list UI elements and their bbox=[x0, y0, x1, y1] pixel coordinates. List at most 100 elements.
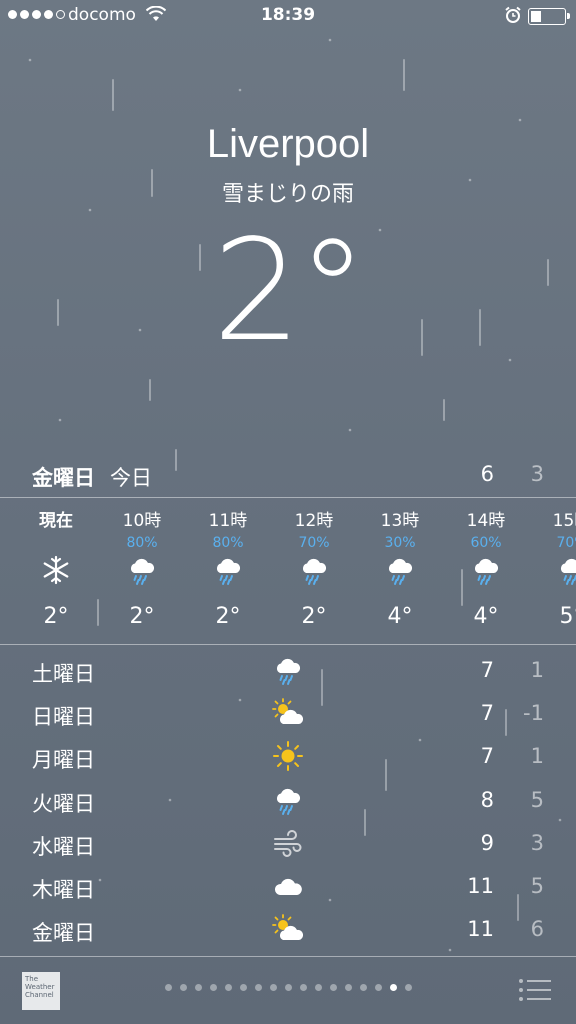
alarm-icon bbox=[505, 6, 521, 23]
page-dot[interactable] bbox=[389, 984, 397, 991]
hour-temp: 4° bbox=[473, 604, 499, 629]
day-name: 金曜日 bbox=[32, 921, 95, 946]
day-low: 1 bbox=[530, 744, 544, 769]
page-dot[interactable] bbox=[224, 984, 232, 991]
hour-temp: 2° bbox=[129, 604, 155, 629]
day-name: 水曜日 bbox=[32, 834, 95, 859]
precip-chance: 30% bbox=[384, 535, 416, 551]
current-temperature: 2° bbox=[212, 210, 367, 373]
precip-chance: 70% bbox=[556, 535, 576, 551]
footer-toolbar: The Weather Channel bbox=[0, 958, 576, 1024]
rain-cloud-icon bbox=[126, 554, 158, 586]
hour-temp: 5° bbox=[559, 604, 576, 629]
page-dot[interactable] bbox=[299, 984, 307, 991]
status-time: 18:39 bbox=[260, 5, 316, 25]
today-day-name: 金曜日 bbox=[32, 466, 95, 490]
divider bbox=[0, 956, 576, 957]
rain-cloud-icon bbox=[556, 554, 576, 586]
weather-condition: 雪まじりの雨 bbox=[221, 182, 354, 207]
divider bbox=[0, 644, 576, 645]
day-name: 月曜日 bbox=[32, 748, 95, 773]
partly-sunny-icon bbox=[272, 913, 304, 945]
hourly-item: 11時 80% 2° bbox=[193, 500, 263, 642]
today-label: 今日 bbox=[110, 466, 152, 490]
page-dot[interactable] bbox=[404, 984, 412, 991]
hour-label: 11時 bbox=[208, 511, 248, 531]
page-dot[interactable] bbox=[344, 984, 352, 991]
weather-channel-logo[interactable]: The Weather Channel bbox=[22, 972, 60, 1010]
cloud-icon bbox=[272, 870, 304, 902]
page-dot[interactable] bbox=[239, 984, 247, 991]
page-dot[interactable] bbox=[329, 984, 337, 991]
daily-row: 日曜日 7 -1 bbox=[0, 693, 576, 736]
day-name: 日曜日 bbox=[32, 705, 95, 730]
city-list-icon[interactable] bbox=[518, 978, 552, 1002]
page-dot[interactable] bbox=[269, 984, 277, 991]
hourly-item: 13時 30% 4° bbox=[365, 500, 435, 642]
day-high: 7 bbox=[480, 744, 494, 769]
day-high: 8 bbox=[480, 787, 494, 812]
day-high: 11 bbox=[467, 917, 494, 942]
daily-row: 土曜日 7 1 bbox=[0, 650, 576, 693]
day-high: 11 bbox=[467, 874, 494, 898]
city-name: Liverpool bbox=[206, 122, 370, 166]
hour-label: 14時 bbox=[466, 511, 506, 531]
page-dot[interactable] bbox=[164, 984, 172, 991]
page-dot[interactable] bbox=[209, 984, 217, 991]
page-dot[interactable] bbox=[254, 984, 262, 991]
day-name: 火曜日 bbox=[32, 791, 95, 816]
page-dot[interactable] bbox=[194, 984, 202, 991]
day-name: 木曜日 bbox=[32, 878, 95, 902]
daily-row: 月曜日 7 1 bbox=[0, 736, 576, 779]
page-dot[interactable] bbox=[284, 984, 292, 991]
hourly-item: 12時 70% 2° bbox=[279, 500, 349, 642]
hour-label: 13時 bbox=[380, 511, 420, 531]
day-low: 5 bbox=[530, 787, 544, 812]
daily-row: 金曜日 11 6 bbox=[0, 909, 576, 952]
daily-row: 木曜日 11 5 bbox=[0, 866, 576, 909]
today-summary: 金曜日 今日 6 3 bbox=[0, 462, 576, 494]
rain-cloud-icon bbox=[470, 554, 502, 586]
day-low: 6 bbox=[530, 917, 544, 942]
page-dot[interactable] bbox=[179, 984, 187, 991]
hour-label: 12時 bbox=[294, 511, 334, 531]
precip-chance: 60% bbox=[470, 535, 502, 551]
day-low: 1 bbox=[530, 658, 544, 682]
rain-cloud-icon bbox=[272, 654, 304, 686]
hour-temp: 2° bbox=[43, 604, 69, 629]
day-high: 9 bbox=[480, 830, 494, 855]
page-dot[interactable] bbox=[314, 984, 322, 991]
day-name: 土曜日 bbox=[32, 662, 95, 686]
partly-sunny-icon bbox=[272, 697, 304, 729]
day-low: 3 bbox=[530, 830, 544, 855]
hourly-item: 現在 2° bbox=[21, 500, 91, 642]
hour-temp: 2° bbox=[215, 604, 241, 629]
page-dot[interactable] bbox=[374, 984, 382, 991]
rain-cloud-icon bbox=[384, 554, 416, 586]
hourly-item: 15時 70% 5° bbox=[537, 500, 576, 642]
day-low: 5 bbox=[530, 874, 544, 898]
snowflake-icon bbox=[40, 554, 72, 586]
rain-cloud-icon bbox=[272, 784, 304, 816]
daily-row: 水曜日 9 3 bbox=[0, 823, 576, 866]
hourly-forecast-strip[interactable]: 現在 2° 10時 80% 2° 11時 80% 2° 12時 70% 2° 13時 30% 4° 14時 6… bbox=[0, 500, 576, 642]
divider bbox=[0, 497, 576, 498]
hour-label: 現在 bbox=[39, 511, 73, 531]
hour-label: 15時 bbox=[552, 511, 576, 531]
hour-label: 10時 bbox=[122, 511, 162, 531]
battery-icon bbox=[528, 8, 570, 25]
precip-chance: 70% bbox=[298, 535, 330, 551]
day-high: 7 bbox=[480, 701, 494, 726]
day-low: -1 bbox=[523, 701, 544, 726]
rain-cloud-icon bbox=[298, 554, 330, 586]
page-indicator[interactable] bbox=[0, 984, 576, 991]
status-bar: docomo 18:39 bbox=[0, 0, 576, 32]
hour-temp: 2° bbox=[301, 604, 327, 629]
hourly-item: 10時 80% 2° bbox=[107, 500, 177, 642]
daily-row: 火曜日 8 5 bbox=[0, 780, 576, 823]
hourly-item: 14時 60% 4° bbox=[451, 500, 521, 642]
page-dot[interactable] bbox=[359, 984, 367, 991]
precip-chance: 80% bbox=[212, 535, 244, 551]
precip-chance: 80% bbox=[126, 535, 158, 551]
hour-temp: 4° bbox=[387, 604, 413, 629]
